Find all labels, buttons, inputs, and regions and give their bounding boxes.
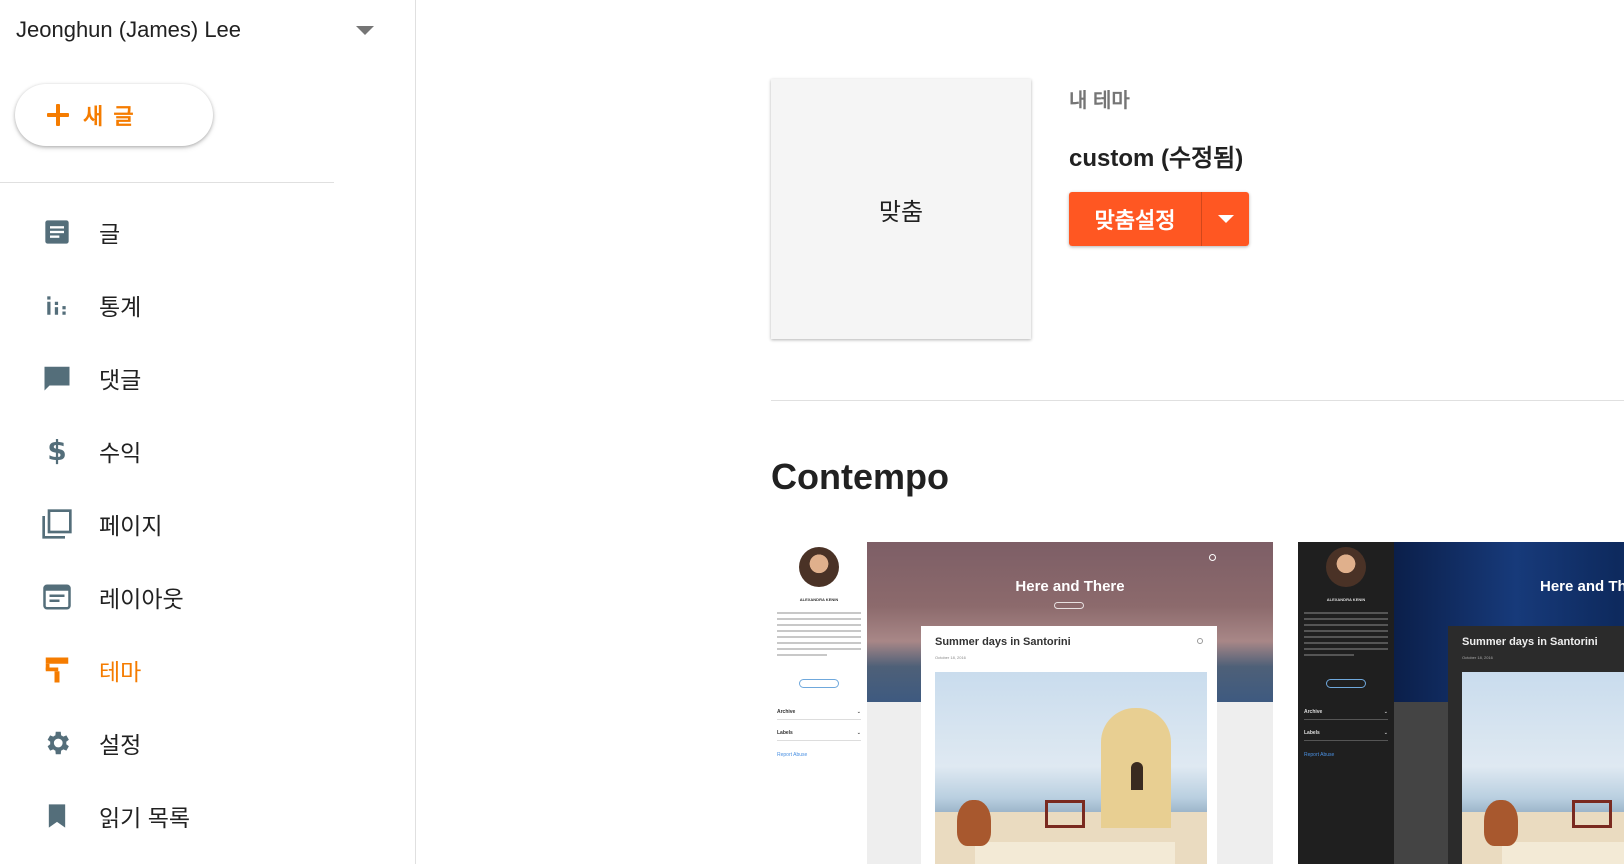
sidebar-item-label: 페이지 xyxy=(99,512,163,539)
sidebar-item-label: 레이아웃 xyxy=(99,585,184,612)
pages-icon xyxy=(40,507,74,541)
preview-report-link: Report Abuse xyxy=(777,752,808,758)
sidebar-item-comments[interactable]: 댓글 xyxy=(0,341,416,414)
plus-icon xyxy=(47,104,69,126)
section-divider xyxy=(771,400,1624,401)
current-theme-thumbnail[interactable]: 맞춤 xyxy=(771,79,1031,339)
sidebar: Jeonghun (James) Lee 새 글 글 통계 댓글 $ 수익 페이… xyxy=(0,0,416,864)
settings-icon xyxy=(40,726,74,760)
customize-button[interactable]: 맞춤설정 xyxy=(1069,192,1202,246)
stats-icon xyxy=(40,288,74,322)
new-post-label: 새 글 xyxy=(83,104,136,129)
account-switcher[interactable]: Jeonghun (James) Lee xyxy=(16,12,376,48)
avatar xyxy=(1326,547,1366,587)
preview-post-date: October 18, 2016 xyxy=(935,655,966,660)
new-post-button[interactable]: 새 글 xyxy=(15,84,213,146)
sidebar-item-posts[interactable]: 글 xyxy=(0,195,416,268)
sidebar-item-pages[interactable]: 페이지 xyxy=(0,487,416,560)
sidebar-item-settings[interactable]: 설정 xyxy=(0,706,416,779)
preview-sidebar: ALEXANDRA KENIN Archive ⌄ Labels ⌄ Report … xyxy=(1298,542,1394,864)
share-icon xyxy=(1197,638,1203,644)
theme-group-title: Contempo xyxy=(771,456,949,497)
sidebar-item-label: 설정 xyxy=(99,731,142,758)
preview-labels-row: Labels ⌄ xyxy=(777,725,861,741)
preview-bio-lines xyxy=(1304,612,1388,660)
preview-post-photo xyxy=(1462,672,1624,864)
sidebar-nav: 글 통계 댓글 $ 수익 페이지 레이아웃 테마 설정 읽기 목록 xyxy=(0,195,416,852)
customize-dropdown-button[interactable] xyxy=(1202,192,1249,246)
sidebar-item-label: 수익 xyxy=(99,439,142,466)
theme-icon xyxy=(40,653,74,687)
sidebar-item-label: 댓글 xyxy=(99,366,142,393)
sidebar-item-label: 통계 xyxy=(99,293,142,320)
preview-archive-row: Archive ⌄ xyxy=(777,704,861,720)
preview-archive-label: Archive xyxy=(777,708,796,715)
search-icon xyxy=(1209,554,1216,561)
preview-blog-title: Here and There xyxy=(1015,578,1125,595)
avatar xyxy=(799,547,839,587)
sidebar-item-theme[interactable]: 테마 xyxy=(0,633,416,706)
sidebar-item-earnings[interactable]: $ 수익 xyxy=(0,414,416,487)
customize-button-group: 맞춤설정 xyxy=(1069,192,1249,246)
comments-icon xyxy=(40,361,74,395)
posts-icon xyxy=(40,215,74,249)
preview-author: ALEXANDRA KENIN xyxy=(799,597,839,602)
preview-post-title: Summer days in Santorini xyxy=(1462,636,1598,648)
preview-report-link: Report Abuse xyxy=(1304,752,1335,758)
theme-preview-dark[interactable]: ALEXANDRA KENIN Archive ⌄ Labels ⌄ Report … xyxy=(1298,542,1624,864)
preview-blog-title: Here and There xyxy=(1540,578,1624,595)
sidebar-item-label: 글 xyxy=(99,220,121,247)
my-theme-heading: 내 테마 xyxy=(1069,90,1130,112)
chevron-down-icon xyxy=(1217,215,1234,223)
chevron-down-icon xyxy=(356,25,374,35)
main-content: 맞춤 내 테마 custom (수정됨) 맞춤설정 Contempo ALEXA… xyxy=(417,0,1624,864)
preview-subscribe-pill xyxy=(1054,602,1084,609)
preview-post-card: Summer days in Santorini October 18, 201… xyxy=(921,626,1217,864)
earnings-icon: $ xyxy=(47,434,67,467)
preview-post-photo xyxy=(935,672,1207,864)
account-name: Jeonghun (James) Lee xyxy=(16,17,242,42)
preview-author: ALEXANDRA KENIN xyxy=(1326,597,1366,602)
sidebar-item-layout[interactable]: 레이아웃 xyxy=(0,560,416,633)
preview-visit-profile-pill xyxy=(799,679,839,688)
preview-post-card: Summer days in Santorini October 18, 201… xyxy=(1448,626,1624,864)
theme-preview-light[interactable]: ALEXANDRA KENIN Archive ⌄ Labels ⌄ Report … xyxy=(771,542,1273,864)
preview-archive-row: Archive ⌄ xyxy=(1304,704,1388,720)
sidebar-item-stats[interactable]: 통계 xyxy=(0,268,416,341)
preview-visit-profile-pill xyxy=(1326,679,1366,688)
current-theme-thumbnail-label: 맞춤 xyxy=(878,198,924,226)
preview-post-title: Summer days in Santorini xyxy=(935,636,1071,648)
layout-icon xyxy=(40,580,74,614)
sidebar-item-label: 테마 xyxy=(99,658,142,685)
current-theme-name: custom (수정됨) xyxy=(1069,145,1244,172)
sidebar-divider xyxy=(0,182,334,183)
preview-labels-label: Labels xyxy=(1304,729,1320,736)
preview-post-date: October 18, 2016 xyxy=(1462,655,1493,660)
preview-bio-lines xyxy=(777,612,861,660)
sidebar-item-label: 읽기 목록 xyxy=(99,804,191,831)
preview-sidebar: ALEXANDRA KENIN Archive ⌄ Labels ⌄ Report … xyxy=(771,542,867,864)
preview-labels-row: Labels ⌄ xyxy=(1304,725,1388,741)
reading-list-icon xyxy=(40,799,74,833)
preview-archive-label: Archive xyxy=(1304,708,1323,715)
preview-labels-label: Labels xyxy=(777,729,793,736)
sidebar-item-reading-list[interactable]: 읽기 목록 xyxy=(0,779,416,852)
